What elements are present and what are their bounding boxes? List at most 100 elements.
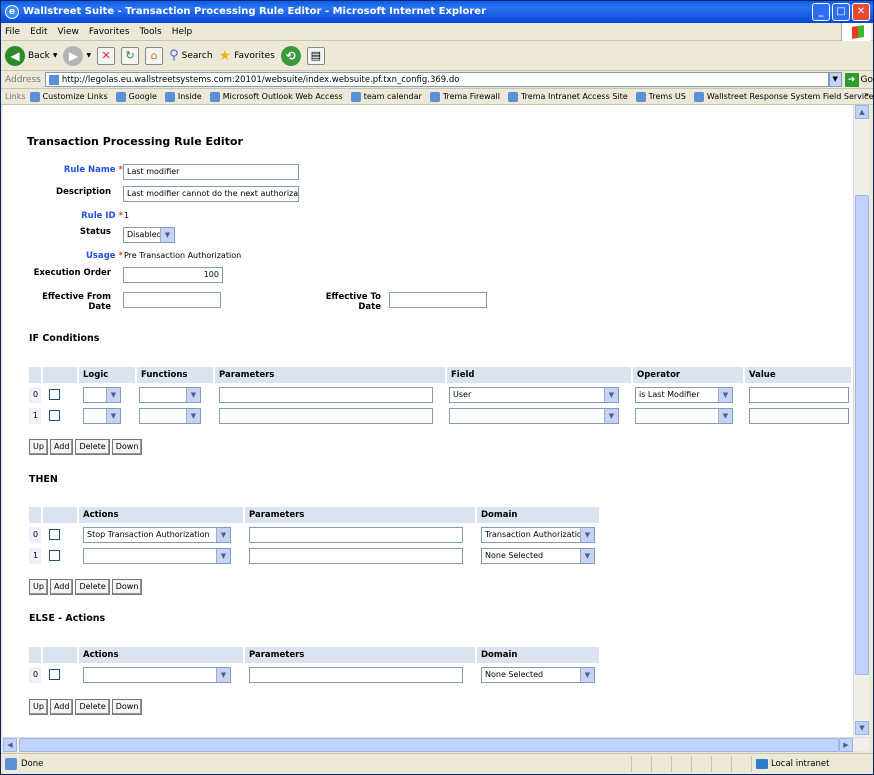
- address-dropdown[interactable]: ▼: [828, 72, 842, 87]
- link-label: Microsoft Outlook Web Access: [222, 92, 343, 101]
- title-bar: e Wallstreet Suite - Transaction Process…: [1, 1, 873, 23]
- else-up-button[interactable]: Up: [29, 699, 48, 715]
- scroll-down-icon[interactable]: ▼: [855, 721, 869, 735]
- vertical-scroll-thumb[interactable]: [855, 195, 869, 675]
- logic-select[interactable]: ▼: [83, 387, 121, 403]
- close-button[interactable]: ✕: [852, 3, 870, 21]
- menu-view[interactable]: View: [58, 27, 79, 37]
- status-bar: Done Local intranet: [1, 753, 873, 774]
- link-trems-us[interactable]: Trems US: [635, 91, 686, 102]
- link-outlook[interactable]: Microsoft Outlook Web Access: [209, 91, 343, 102]
- else-down-button[interactable]: Down: [111, 699, 143, 715]
- function-select[interactable]: ▼: [139, 408, 201, 424]
- logic-select[interactable]: ▼: [83, 408, 121, 424]
- function-select[interactable]: ▼: [139, 387, 201, 403]
- row-checkbox[interactable]: [49, 669, 60, 680]
- history-button[interactable]: ⟲: [280, 45, 301, 66]
- action-select[interactable]: Stop Transaction Authorization ▼: [83, 527, 231, 543]
- else-delete-button[interactable]: Delete: [75, 699, 110, 715]
- operator-select[interactable]: ▼: [635, 408, 733, 424]
- value-input[interactable]: [749, 408, 849, 424]
- menu-bar: File Edit View Favorites Tools Help: [1, 23, 873, 41]
- if-add-button[interactable]: Add: [49, 439, 74, 455]
- else-header-parameters: Parameters: [245, 647, 477, 663]
- stop-button[interactable]: ✕: [97, 46, 116, 65]
- scroll-right-icon[interactable]: ▶: [839, 738, 853, 752]
- minimize-button[interactable]: _: [812, 3, 830, 21]
- if-up-button[interactable]: Up: [29, 439, 48, 455]
- go-button[interactable]: ➜ Go: [844, 72, 873, 87]
- link-icon: [429, 91, 440, 102]
- link-icon: [209, 91, 220, 102]
- row-checkbox[interactable]: [49, 410, 60, 421]
- effective-from-input[interactable]: [123, 292, 221, 308]
- field-select[interactable]: User ▼: [449, 387, 619, 403]
- forward-button[interactable]: ▶ ▼: [63, 45, 91, 66]
- maximize-button[interactable]: □: [832, 3, 850, 21]
- links-label: Links: [5, 92, 26, 101]
- parameters-input[interactable]: [249, 667, 463, 683]
- then-down-button[interactable]: Down: [111, 579, 143, 595]
- menu-tools[interactable]: Tools: [140, 27, 162, 37]
- status-cell: [711, 756, 731, 772]
- usage-label: Usage *: [86, 251, 123, 261]
- parameters-input[interactable]: [249, 527, 463, 543]
- domain-select[interactable]: Transaction Authorization ▼: [481, 527, 595, 543]
- if-down-button[interactable]: Down: [111, 439, 143, 455]
- favorites-label: Favorites: [234, 50, 275, 61]
- scroll-up-icon[interactable]: ▲: [855, 105, 869, 119]
- refresh-button[interactable]: ↻: [121, 46, 140, 65]
- row-checkbox[interactable]: [49, 529, 60, 540]
- status-select[interactable]: Disabled ▼: [123, 227, 175, 243]
- effective-to-input[interactable]: [389, 292, 487, 308]
- link-trema-firewall[interactable]: Trema Firewall: [429, 91, 500, 102]
- then-up-button[interactable]: Up: [29, 579, 48, 595]
- execution-order-input[interactable]: 100: [123, 267, 223, 283]
- parameters-input[interactable]: [219, 408, 433, 424]
- operator-select[interactable]: is Last Modifier ▼: [635, 387, 733, 403]
- link-wallstreet-response[interactable]: Wallstreet Response System Field Service: [693, 91, 873, 102]
- else-add-button[interactable]: Add: [49, 699, 74, 715]
- vertical-scrollbar[interactable]: ▲ ▼: [853, 105, 869, 737]
- link-inside[interactable]: Inside: [164, 91, 202, 102]
- link-team-calendar[interactable]: team calendar: [350, 91, 422, 102]
- link-trema-intranet[interactable]: Trema Intranet Access Site: [507, 91, 628, 102]
- toolbar: ◀ Back ▼ ▶ ▼ ✕ ↻ ⌂ ⚲ Search ★ Favorites …: [1, 41, 873, 71]
- then-delete-button[interactable]: Delete: [75, 579, 110, 595]
- domain-select[interactable]: None Selected ▼: [481, 667, 595, 683]
- if-delete-button[interactable]: Delete: [75, 439, 110, 455]
- domain-select[interactable]: None Selected ▼: [481, 548, 595, 564]
- chevron-down-icon: ▼: [106, 388, 120, 402]
- back-button[interactable]: ◀ Back ▼: [5, 45, 57, 66]
- horizontal-scrollbar[interactable]: ◀ ▶: [3, 737, 869, 752]
- search-button[interactable]: ⚲ Search: [169, 48, 212, 63]
- link-customize-links[interactable]: Customize Links: [29, 91, 108, 102]
- links-more-button[interactable]: »: [864, 90, 869, 99]
- effective-to-label: Effective To Date: [325, 292, 381, 312]
- description-input[interactable]: Last modifier cannot do the next authori…: [123, 186, 299, 202]
- action-select[interactable]: ▼: [83, 548, 231, 564]
- address-label: Address: [5, 74, 41, 85]
- home-button[interactable]: ⌂: [145, 46, 164, 65]
- horizontal-scroll-thumb[interactable]: [19, 738, 839, 752]
- address-input[interactable]: http://legolas.eu.wallstreetsystems.com:…: [44, 72, 829, 87]
- parameters-input[interactable]: [249, 548, 463, 564]
- parameters-input[interactable]: [219, 387, 433, 403]
- scroll-left-icon[interactable]: ◀: [3, 738, 17, 752]
- menu-file[interactable]: File: [5, 27, 20, 37]
- then-header-domain: Domain: [477, 507, 601, 523]
- history-icon: ⟲: [280, 45, 301, 66]
- menu-favorites[interactable]: Favorites: [89, 27, 130, 37]
- menu-edit[interactable]: Edit: [30, 27, 47, 37]
- row-checkbox[interactable]: [49, 389, 60, 400]
- print-button[interactable]: ▤: [306, 46, 325, 65]
- rule-name-input[interactable]: Last modifier: [123, 164, 299, 180]
- value-input[interactable]: [749, 387, 849, 403]
- menu-help[interactable]: Help: [172, 27, 193, 37]
- action-select[interactable]: ▼: [83, 667, 231, 683]
- row-checkbox[interactable]: [49, 550, 60, 561]
- favorites-button[interactable]: ★ Favorites: [219, 48, 275, 64]
- then-add-button[interactable]: Add: [49, 579, 74, 595]
- field-select[interactable]: ▼: [449, 408, 619, 424]
- link-google[interactable]: Google: [115, 91, 157, 102]
